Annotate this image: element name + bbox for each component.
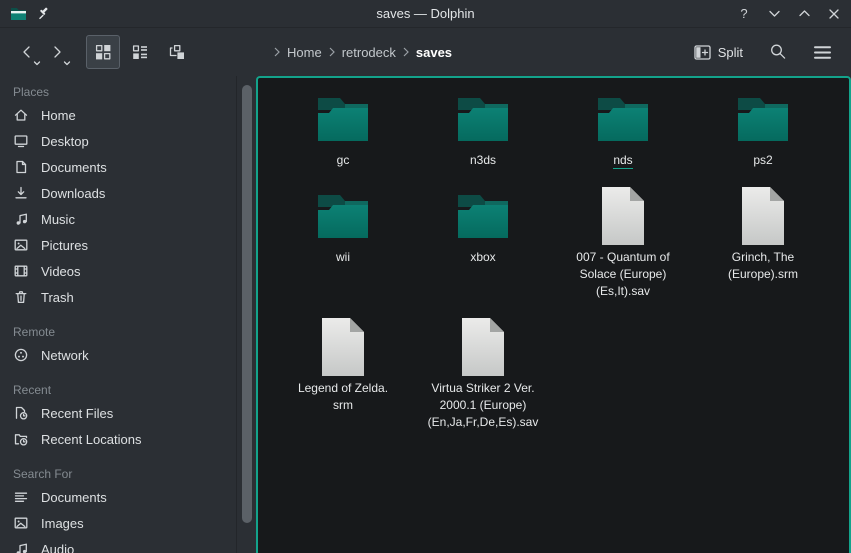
section-header-recent: Recent: [13, 380, 236, 400]
pin-icon[interactable]: [36, 6, 51, 21]
text-lines-icon: [13, 489, 29, 505]
sidebar-item-documents[interactable]: Documents: [13, 154, 236, 180]
file-grid: gc n3ds nds ps2 wii: [258, 78, 849, 447]
file-icon: [591, 185, 655, 247]
home-icon: [13, 107, 29, 123]
file-007-quantum-of-solace[interactable]: 007 - Quantum of Solace (Europe) (Es,It)…: [553, 185, 693, 316]
breadcrumb: Home retrodeck saves: [274, 45, 452, 60]
recent-locations-icon: [13, 431, 29, 447]
breadcrumb-home[interactable]: Home: [287, 45, 322, 60]
network-icon: [13, 347, 29, 363]
menu-button[interactable]: [805, 35, 839, 69]
breadcrumb-retrodeck[interactable]: retrodeck: [342, 45, 396, 60]
tree-view-button[interactable]: [160, 35, 194, 69]
breadcrumb-saves[interactable]: saves: [416, 45, 452, 60]
video-icon: [13, 263, 29, 279]
music-note-icon: [13, 211, 29, 227]
toolbar: Home retrodeck saves Split: [0, 28, 851, 76]
forward-dropdown-icon: [63, 61, 71, 66]
sidebar-item-search-documents[interactable]: Documents: [13, 484, 236, 510]
file-icon: [311, 316, 375, 378]
sidebar-item-pictures[interactable]: Pictures: [13, 232, 236, 258]
sidebar-scrollbar[interactable]: [242, 85, 252, 523]
sidebar-item-search-audio[interactable]: Audio: [13, 536, 236, 553]
sidebar-item-videos[interactable]: Videos: [13, 258, 236, 284]
folder-icon: [311, 88, 375, 150]
folder-icon: [451, 185, 515, 247]
breadcrumb-chevron-icon: [403, 47, 409, 57]
sidebar-item-home[interactable]: Home: [13, 102, 236, 128]
icons-view-button[interactable]: [86, 35, 120, 69]
file-virtua-striker-2[interactable]: Virtua Striker 2 Ver. 2000.1 (Europe) (E…: [413, 316, 553, 447]
breadcrumb-chevron-icon: [329, 47, 335, 57]
music-note-icon: [13, 541, 29, 553]
titlebar: saves — Dolphin ?: [0, 0, 851, 28]
picture-icon: [13, 237, 29, 253]
back-dropdown-icon: [33, 61, 41, 66]
sidebar-item-trash[interactable]: Trash: [13, 284, 236, 310]
document-icon: [13, 159, 29, 175]
folder-icon: [311, 185, 375, 247]
maximize-button[interactable]: [797, 7, 811, 21]
sidebar-item-network[interactable]: Network: [13, 342, 236, 368]
split-label: Split: [718, 45, 743, 60]
hamburger-icon: [813, 45, 832, 60]
search-for-section: Search For Documents Images Audio: [13, 464, 236, 553]
minimize-button[interactable]: [767, 7, 781, 21]
split-button[interactable]: Split: [688, 39, 749, 66]
folder-icon: [731, 88, 795, 150]
folder-gc[interactable]: gc: [273, 88, 413, 185]
sidebar-item-music[interactable]: Music: [13, 206, 236, 232]
magnifier-icon: [769, 43, 787, 61]
forward-button[interactable]: [42, 36, 72, 68]
folder-nds[interactable]: nds: [553, 88, 693, 185]
trash-icon: [13, 289, 29, 305]
recent-section: Recent Recent Files Recent Locations: [13, 380, 236, 452]
picture-icon: [13, 515, 29, 531]
file-grinch-the-europe[interactable]: Grinch, The (Europe).srm: [693, 185, 833, 299]
folder-n3ds[interactable]: n3ds: [413, 88, 553, 185]
file-legend-of-zelda[interactable]: Legend of Zelda. srm: [273, 316, 413, 430]
desktop-icon: [13, 133, 29, 149]
remote-section: Remote Network: [13, 322, 236, 368]
file-icon: [451, 316, 515, 378]
section-header-places: Places: [13, 82, 236, 102]
back-button[interactable]: [12, 36, 42, 68]
folder-ps2[interactable]: ps2: [693, 88, 833, 185]
split-icon: [694, 45, 711, 60]
places-section: Places Home Desktop Documents: [13, 82, 236, 310]
details-view-button[interactable]: [123, 35, 157, 69]
sidebar-item-recent-files[interactable]: Recent Files: [13, 400, 236, 426]
sidebar-item-search-images[interactable]: Images: [13, 510, 236, 536]
section-header-search-for: Search For: [13, 464, 236, 484]
sidebar-item-desktop[interactable]: Desktop: [13, 128, 236, 154]
sidebar-item-recent-locations[interactable]: Recent Locations: [13, 426, 236, 452]
content-area: Places Home Desktop Documents: [0, 76, 851, 553]
sidebar-item-downloads[interactable]: Downloads: [13, 180, 236, 206]
search-button[interactable]: [761, 35, 795, 69]
folder-wii[interactable]: wii: [273, 185, 413, 282]
dolphin-window: saves — Dolphin ?: [0, 0, 851, 553]
help-button[interactable]: ?: [737, 7, 751, 21]
folder-view: gc n3ds nds ps2 wii: [256, 76, 851, 553]
section-header-remote: Remote: [13, 322, 236, 342]
places-panel: Places Home Desktop Documents: [0, 76, 256, 553]
dolphin-app-icon: [10, 6, 27, 21]
close-button[interactable]: [827, 7, 841, 21]
download-icon: [13, 185, 29, 201]
folder-icon: [451, 88, 515, 150]
window-title: saves — Dolphin: [0, 6, 851, 21]
folder-icon: [591, 88, 655, 150]
view-mode-group: [86, 35, 194, 69]
window-controls: ?: [737, 7, 841, 21]
recent-files-icon: [13, 405, 29, 421]
folder-xbox[interactable]: xbox: [413, 185, 553, 282]
breadcrumb-chevron-icon: [274, 47, 280, 57]
file-icon: [731, 185, 795, 247]
